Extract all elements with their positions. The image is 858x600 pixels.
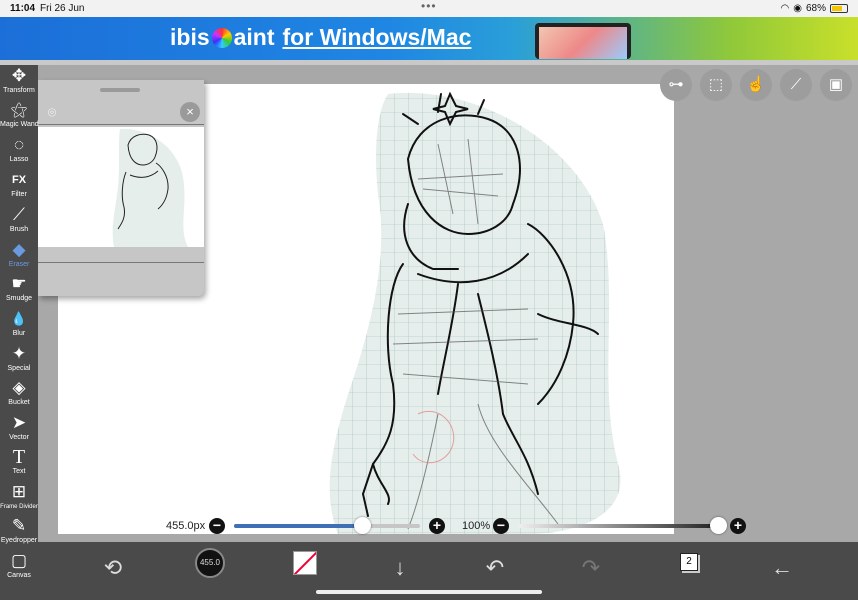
tool-brush[interactable]: ⟋ Brush	[0, 204, 38, 238]
blur-icon: 💧	[10, 311, 28, 326]
opacity-slider-track[interactable]	[518, 524, 718, 528]
tool-blur[interactable]: 💧 Blur	[0, 308, 38, 342]
status-time: 11:04	[10, 3, 36, 14]
multitask-dots[interactable]: •••	[421, 0, 437, 13]
tool-label: Transform	[3, 87, 35, 94]
size-plus-button[interactable]: +	[429, 518, 445, 534]
banner-device-image	[535, 23, 631, 59]
brush-size-icon[interactable]: 455.0	[195, 548, 225, 578]
move-icon: ✥	[11, 66, 27, 85]
tool-special[interactable]: ✦ Special	[0, 343, 38, 377]
undo-icon[interactable]: ↶	[475, 550, 515, 586]
opacity-value: 100%	[462, 520, 491, 532]
tool-label: Eraser	[8, 261, 30, 268]
tool-label: Brush	[9, 226, 29, 233]
redo-icon[interactable]: ↷	[571, 550, 611, 586]
tool-label: Frame Divider	[0, 504, 38, 510]
thumbnail-artwork	[112, 128, 188, 247]
magic-wand-icon: ⚝	[10, 100, 28, 119]
tool-label: Special	[7, 365, 31, 372]
location-icon: ◉	[793, 3, 802, 14]
tool-label: Canvas	[7, 572, 31, 579]
size-slider-knob[interactable]	[354, 517, 372, 534]
battery-percent: 68%	[805, 3, 826, 14]
size-slider-fill	[234, 524, 363, 528]
tool-transform[interactable]: ✥ Transform	[0, 65, 38, 99]
back-icon[interactable]: ←	[762, 550, 802, 586]
tool-filter[interactable]: FX Filter	[0, 169, 38, 203]
tool-vector[interactable]: ➤ Vector	[0, 412, 38, 446]
eyedropper-icon: ✎	[11, 516, 27, 535]
panel-drag-handle[interactable]	[100, 88, 140, 92]
status-right: ◠ ◉ 68%	[781, 3, 848, 14]
reference-image-icon[interactable]: ▣	[820, 69, 852, 101]
tool-label: Eyedropper	[0, 537, 38, 544]
tool-label: Text	[12, 468, 26, 475]
navigator-thumbnail[interactable]	[38, 127, 204, 247]
opacity-plus-button[interactable]: +	[730, 518, 746, 534]
toggle-icon[interactable]: ⊶	[660, 69, 692, 101]
tool-magic-wand[interactable]: ⚝ Magic Wand	[0, 99, 39, 133]
tool-frame-divider[interactable]: ⊞ Frame Divider	[0, 481, 38, 515]
ibispaint-logo-icon	[211, 27, 232, 48]
tool-label: Filter	[11, 191, 27, 198]
canvas-tool-icons: ⊶ ⬚ ☝ ⟋ ▣	[660, 69, 852, 101]
home-indicator[interactable]	[316, 590, 542, 594]
tool-label: Vector	[9, 434, 29, 441]
panel-divider	[38, 124, 204, 125]
brush-icon: ⟋	[13, 205, 25, 224]
close-icon[interactable]: ×	[180, 102, 200, 122]
status-bar: 11:04 Fri 26 Jun ••• ◠ ◉ 68%	[0, 0, 858, 17]
navigator-panel[interactable]: ⌾ ×	[38, 80, 204, 296]
banner-brand-part-1: ibis	[170, 24, 210, 50]
tool-label: Bucket	[8, 399, 30, 406]
banner-tagline: for Windows/Mac	[282, 24, 472, 50]
panel-divider-bottom	[38, 262, 204, 263]
canvas-icon: ▢	[10, 551, 28, 570]
tool-label: Blur	[12, 330, 26, 337]
camera-icon[interactable]: ⌾	[42, 104, 62, 122]
tool-eyedropper[interactable]: ✎ Eyedropper	[0, 515, 38, 549]
text-icon: T	[12, 446, 26, 468]
bucket-icon: ◈	[12, 378, 26, 397]
tool-smudge[interactable]: ☛ Smudge	[0, 273, 38, 307]
tool-label: Lasso	[9, 156, 29, 163]
lasso-icon: ◌	[13, 135, 25, 154]
tool-text[interactable]: T Text	[0, 446, 38, 480]
frame-divider-icon: ⊞	[11, 482, 27, 501]
swap-tool-icon[interactable]: ⟲	[93, 550, 133, 586]
tool-label: Magic Wand	[0, 121, 39, 128]
opacity-slider-knob[interactable]	[710, 517, 727, 534]
wifi-icon: ◠	[780, 3, 790, 14]
tool-bucket[interactable]: ◈ Bucket	[0, 377, 38, 411]
vector-icon: ➤	[11, 413, 27, 432]
banner-brand-part-2: aint	[233, 24, 275, 50]
eraser-icon: ◆	[12, 240, 26, 259]
tool-eraser[interactable]: ◆ Eraser	[0, 239, 38, 273]
tool-canvas[interactable]: ▢ Canvas	[0, 550, 38, 584]
status-date: Fri 26 Jun	[40, 3, 85, 14]
size-minus-button[interactable]: −	[209, 518, 225, 534]
banner-title[interactable]: ibis aint for Windows/Mac	[170, 24, 471, 51]
battery-icon	[830, 4, 848, 13]
opacity-minus-button[interactable]: −	[493, 518, 509, 534]
fx-icon: FX	[11, 174, 27, 186]
tool-lasso[interactable]: ◌ Lasso	[0, 134, 38, 168]
layers-icon[interactable]: 2	[680, 553, 698, 571]
selection-icon[interactable]: ⬚	[700, 69, 732, 101]
download-icon[interactable]: ↓	[380, 550, 420, 586]
color-icon[interactable]	[293, 551, 317, 575]
special-icon: ✦	[11, 344, 27, 363]
brush-size-value: 455.0px	[166, 520, 206, 532]
size-slider-track[interactable]	[234, 524, 420, 528]
touch-icon[interactable]: ☝	[740, 69, 772, 101]
ad-banner[interactable]: ibis aint for Windows/Mac	[0, 17, 858, 60]
tool-sidebar: ✥ Transform ⚝ Magic Wand ◌ Lasso FX Filter ⟋…	[0, 65, 39, 600]
brush-sliders: 455.0px − + 100% − +	[160, 516, 760, 536]
smudge-icon: ☛	[11, 274, 27, 293]
tool-label: Smudge	[5, 295, 33, 302]
top-strip	[0, 60, 858, 65]
ruler-icon[interactable]: ⟋	[780, 69, 812, 101]
